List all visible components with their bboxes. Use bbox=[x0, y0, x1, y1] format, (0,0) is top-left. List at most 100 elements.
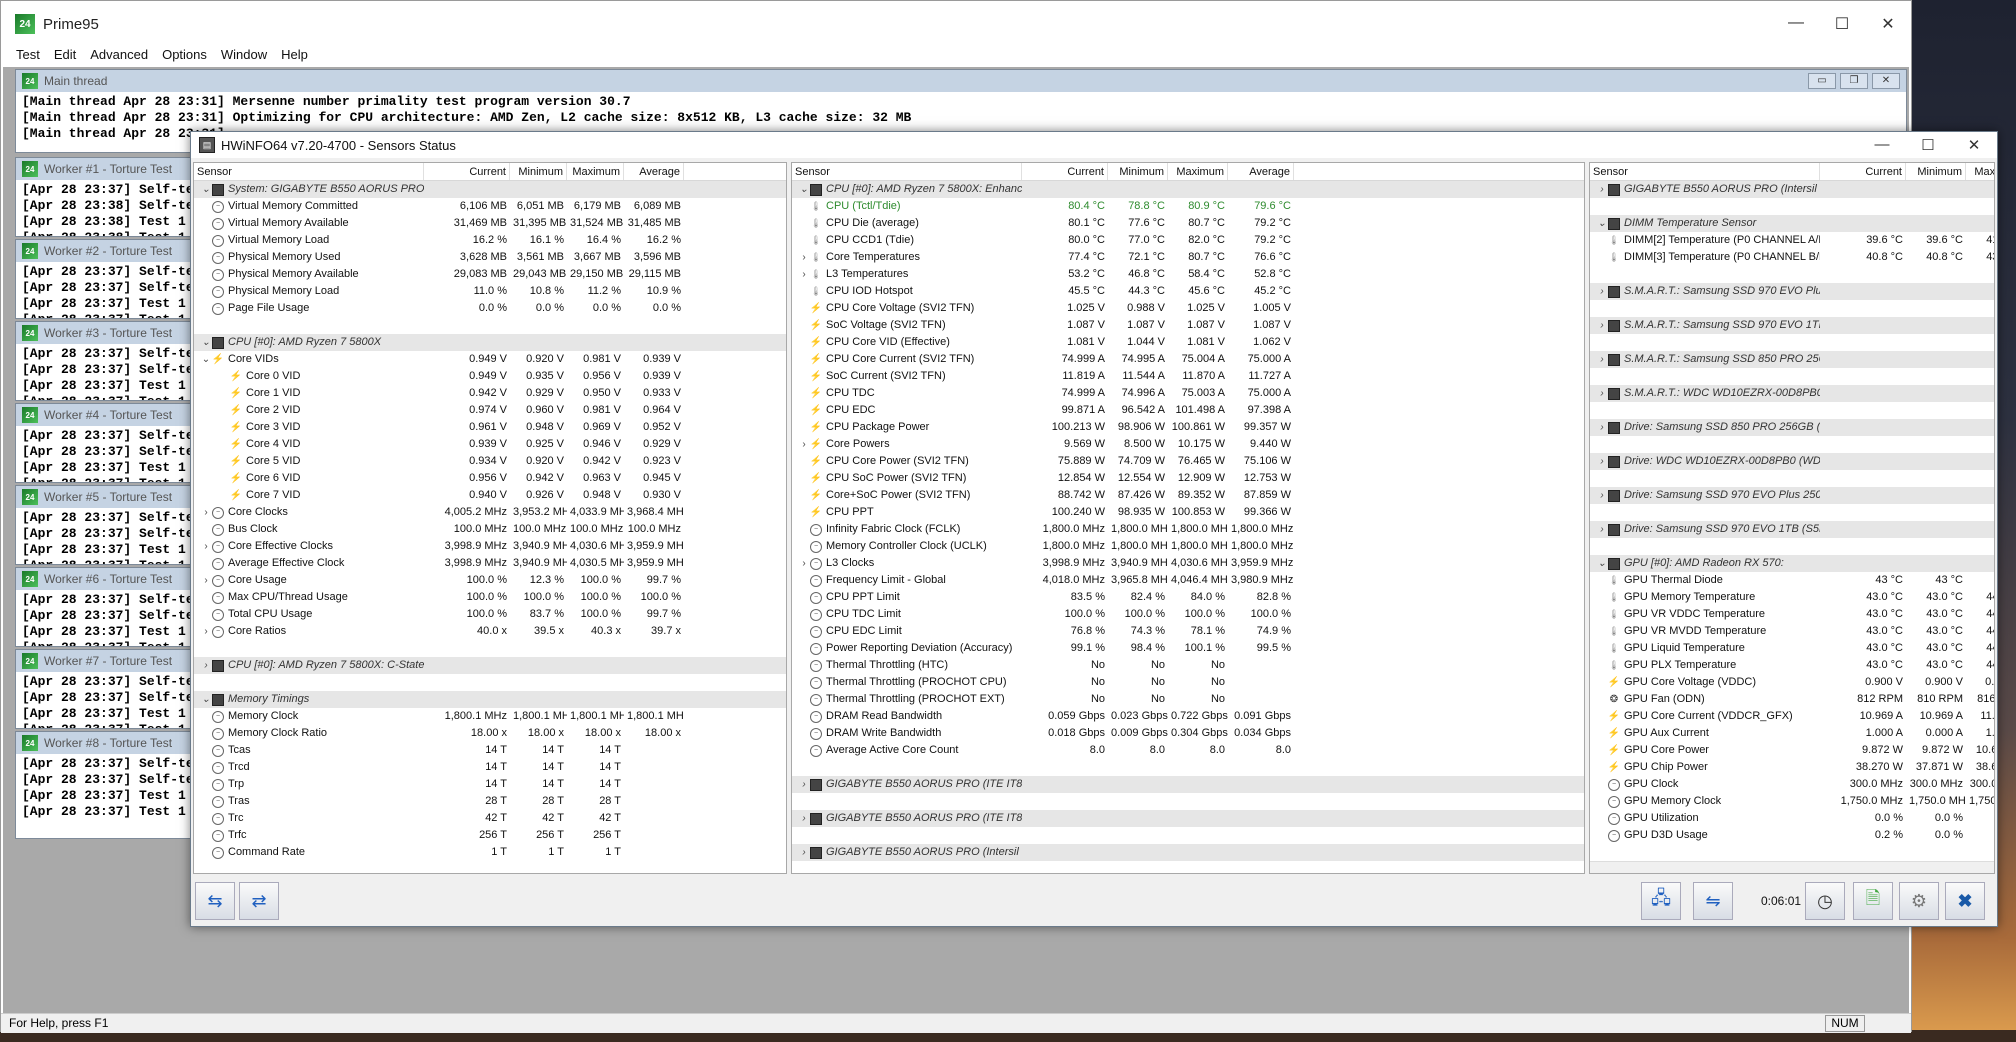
minimize-icon[interactable]: ▭ bbox=[1808, 73, 1836, 89]
sensor-row[interactable]: GPU VR VDDC Temperature 43.0 °C 43.0 °C 44.… bbox=[1590, 606, 1994, 623]
collapse-chevron-icon[interactable]: ⌄ bbox=[200, 181, 212, 198]
column-header-maximum[interactable]: Maximum bbox=[1966, 163, 1994, 180]
sensor-group-row[interactable]: › S.M.A.R.T.: Samsung SSD 850 PRO 256GB (… bbox=[1590, 351, 1994, 368]
sensor-row[interactable]: › Core Powers 9.569 W 8.500 W 10.175 W 9.440 … bbox=[792, 436, 1584, 453]
sensor-row[interactable]: Memory Clock1,800.1 MHz1,800.1 MHz1,800.… bbox=[194, 708, 786, 725]
sensor-row[interactable]: Memory Controller Clock (UCLK) 1,800.0 MH… bbox=[792, 538, 1584, 555]
horizontal-scrollbar[interactable] bbox=[1590, 861, 1994, 873]
sensor-group-row[interactable]: › Drive: Samsung SSD 970 EVO Plus 250GB (… bbox=[1590, 487, 1994, 504]
expand-chevron-icon[interactable]: › bbox=[200, 572, 212, 589]
expand-chevron-icon[interactable]: › bbox=[1596, 453, 1608, 470]
sensor-group-row[interactable]: › GIGABYTE B550 AORUS PRO (Intersil ISL69… bbox=[1590, 181, 1994, 198]
sensor-row[interactable]: CPU Core Voltage (SVI2 TFN) 1.025 V 0.988 … bbox=[792, 300, 1584, 317]
sensor-row[interactable]: SoC Current (SVI2 TFN) 11.819 A 11.544 A 11… bbox=[792, 368, 1584, 385]
expand-chevron-icon[interactable]: › bbox=[798, 776, 810, 793]
sensor-row[interactable]: GPU Memory Clock1,750.0 MHz1,750.0 MHz1,… bbox=[1590, 793, 1994, 810]
close-icon[interactable]: ✕ bbox=[1865, 14, 1911, 34]
expand-chevron-icon[interactable]: › bbox=[798, 555, 810, 572]
sensor-group-row[interactable]: › GIGABYTE B550 AORUS PRO (Intersil ISL69… bbox=[792, 844, 1584, 861]
menu-test[interactable]: Test bbox=[9, 47, 47, 67]
sensor-row[interactable]: GPU Utilization0.0 %0.0 %1.0 %0.0 % bbox=[1590, 810, 1994, 827]
sensor-row[interactable]: GPU Thermal Diode43 °C43 °C44 °C43 ° bbox=[1590, 572, 1994, 589]
arrows-collapse-icon[interactable]: ⇄ bbox=[239, 882, 279, 920]
worker-window[interactable]: 24 Worker #6 - Torture Test [Apr 28 23:37]… bbox=[15, 567, 195, 647]
sensor-row[interactable]: CPU TDC 74.999 A 74.996 A 75.003 A 75.000 A bbox=[792, 385, 1584, 402]
sensor-row[interactable]: GPU PLX Temperature 43.0 °C 43.0 °C 44.0 °C… bbox=[1590, 657, 1994, 674]
sensor-row[interactable]: › Core Effective Clocks 3,998.9 MHz 3,940.9… bbox=[194, 538, 786, 555]
sensor-row[interactable]: CPU EDC Limit 76.8 % 74.3 % 78.1 % 74.9 % bbox=[792, 623, 1584, 640]
sensor-row[interactable]: › L3 Temperatures 53.2 °C 46.8 °C 58.4 °C 52.… bbox=[792, 266, 1584, 283]
sensor-row[interactable]: Average Effective Clock 3,998.9 MHz 3,940.… bbox=[194, 555, 786, 572]
sensor-group-row[interactable]: › CPU [#0]: AMD Ryzen 7 5800X: C-State Re… bbox=[194, 657, 786, 674]
sensor-row[interactable]: Memory Clock Ratio 18.00 x 18.00 x 18.00 x 1… bbox=[194, 725, 786, 742]
sensor-row[interactable]: Core 3 VID 0.961 V 0.948 V 0.969 V 0.952 V bbox=[194, 419, 786, 436]
sensor-group-row[interactable]: ⌄ CPU [#0]: AMD Ryzen 7 5800X bbox=[194, 334, 786, 351]
sensor-row[interactable]: CPU Core Current (SVI2 TFN) 74.999 A 74.99… bbox=[792, 351, 1584, 368]
sensor-group-row[interactable]: ⌄ GPU [#0]: AMD Radeon RX 570: bbox=[1590, 555, 1994, 572]
worker-window[interactable]: 24 Worker #4 - Torture Test [Apr 28 23:37]… bbox=[15, 403, 195, 483]
network-icon[interactable]: 🖧 bbox=[1641, 882, 1681, 920]
column-header-sensor[interactable]: Sensor bbox=[792, 163, 1022, 180]
sensor-row[interactable]: GPU Aux Current1.000 A0.000 A1.000 A0.57… bbox=[1590, 725, 1994, 742]
sensor-row[interactable]: CPU TDC Limit 100.0 % 100.0 % 100.0 % 100.0 … bbox=[792, 606, 1584, 623]
sensor-row[interactable]: Core 1 VID 0.942 V 0.929 V 0.950 V 0.933 V bbox=[194, 385, 786, 402]
sensor-panel-2[interactable]: Sensor Current Minimum Maximum Average ⌄ CPU [… bbox=[791, 162, 1585, 874]
worker-titlebar[interactable]: 24 Worker #2 - Torture Test bbox=[16, 240, 194, 262]
sensor-row[interactable]: Core 7 VID 0.940 V 0.926 V 0.948 V 0.930 V bbox=[194, 487, 786, 504]
column-header-sensor[interactable]: Sensor bbox=[194, 163, 424, 180]
expand-chevron-icon[interactable]: › bbox=[1596, 521, 1608, 538]
expand-chevron-icon[interactable]: › bbox=[1596, 317, 1608, 334]
collapse-chevron-icon[interactable]: ⌄ bbox=[200, 351, 212, 368]
hwinfo-titlebar[interactable]: ▤ HWiNFO64 v7.20-4700 - Sensors Status —… bbox=[191, 132, 1997, 158]
expand-chevron-icon[interactable]: › bbox=[1596, 181, 1608, 198]
column-header-minimum[interactable]: Minimum bbox=[510, 163, 567, 180]
expand-chevron-icon[interactable]: › bbox=[200, 538, 212, 555]
collapse-chevron-icon[interactable]: ⌄ bbox=[1596, 555, 1608, 572]
column-header-maximum[interactable]: Maximum bbox=[1168, 163, 1228, 180]
sensor-row[interactable]: Total CPU Usage 100.0 % 83.7 % 100.0 % 99.7 … bbox=[194, 606, 786, 623]
sensor-row[interactable]: Virtual Memory Committed 6,106 MB 6,051 MB… bbox=[194, 198, 786, 215]
worker-titlebar[interactable]: 24 Worker #7 - Torture Test bbox=[16, 650, 194, 672]
sensor-row[interactable]: Bus Clock100.0 MHz100.0 MHz100.0 MHz100.… bbox=[194, 521, 786, 538]
menu-advanced[interactable]: Advanced bbox=[83, 47, 155, 67]
menu-options[interactable]: Options bbox=[155, 47, 214, 67]
sensor-row[interactable]: CPU Die (average) 80.1 °C 77.6 °C 80.7 °C 79… bbox=[792, 215, 1584, 232]
sensor-row[interactable]: Thermal Throttling (PROCHOT EXT) No No No bbox=[792, 691, 1584, 708]
menu-edit[interactable]: Edit bbox=[47, 47, 83, 67]
worker-window[interactable]: 24 Worker #7 - Torture Test [Apr 28 23:37]… bbox=[15, 649, 195, 729]
expand-chevron-icon[interactable]: › bbox=[200, 504, 212, 521]
sensor-row[interactable]: Core 2 VID 0.974 V 0.960 V 0.981 V 0.964 V bbox=[194, 402, 786, 419]
sensor-row[interactable]: Trp 14 T 14 T 14 T bbox=[194, 776, 786, 793]
sensor-row[interactable]: Core 4 VID 0.939 V 0.925 V 0.946 V 0.929 V bbox=[194, 436, 786, 453]
worker-titlebar[interactable]: 24 Worker #6 - Torture Test bbox=[16, 568, 194, 590]
sensor-group-row[interactable]: › Drive: Samsung SSD 850 PRO 256GB (S251N… bbox=[1590, 419, 1994, 436]
sensor-row[interactable]: DIMM[2] Temperature (P0 CHANNEL A/DIMM 1… bbox=[1590, 232, 1994, 249]
sensor-row[interactable]: › Core Clocks 4,005.2 MHz 3,953.2 MHz4,033.… bbox=[194, 504, 786, 521]
expand-chevron-icon[interactable]: › bbox=[1596, 351, 1608, 368]
sensor-row[interactable]: CPU Core Power (SVI2 TFN) 75.889 W 74.709 … bbox=[792, 453, 1584, 470]
expand-chevron-icon[interactable]: › bbox=[1596, 283, 1608, 300]
sensor-row[interactable]: › Core Temperatures 77.4 °C 72.1 °C 80.7 °C 7… bbox=[792, 249, 1584, 266]
sensor-group-row[interactable]: › GIGABYTE B550 AORUS PRO (ITE IT8688E) bbox=[792, 776, 1584, 793]
maximize-icon[interactable]: ☐ bbox=[1819, 14, 1865, 34]
collapse-chevron-icon[interactable]: ⌄ bbox=[1596, 215, 1608, 232]
main-thread-titlebar[interactable]: 24 Main thread ▭ ❐ ✕ bbox=[16, 70, 1906, 92]
sensor-group-row[interactable]: › S.M.A.R.T.: Samsung SSD 970 EVO 1TB (S5… bbox=[1590, 317, 1994, 334]
collapse-chevron-icon[interactable]: ⌄ bbox=[200, 334, 212, 351]
sensor-panel-3[interactable]: SensorCurrentMinimumMaximumAverage›GIGAB… bbox=[1589, 162, 1995, 874]
sensor-row[interactable]: › Core Ratios 40.0 x 39.5 x 40.3 x 39.7 x bbox=[194, 623, 786, 640]
column-header-current[interactable]: Current bbox=[424, 163, 510, 180]
worker-titlebar[interactable]: 24 Worker #3 - Torture Test bbox=[16, 322, 194, 344]
sensor-row[interactable]: Core+SoC Power (SVI2 TFN) 88.742 W 87.426 … bbox=[792, 487, 1584, 504]
column-header-current[interactable]: Current bbox=[1022, 163, 1108, 180]
sensor-row[interactable]: Frequency Limit - Global 4,018.0 MHz 3,965… bbox=[792, 572, 1584, 589]
sensor-row[interactable]: GPU Fan (ODN)812 RPM810 RPM816 RPM813 RP bbox=[1590, 691, 1994, 708]
menu-help[interactable]: Help bbox=[274, 47, 315, 67]
sensor-row[interactable]: › Core Usage 100.0 % 12.3 % 100.0 % 99.7 % bbox=[194, 572, 786, 589]
worker-window[interactable]: 24 Worker #2 - Torture Test [Apr 28 23:37]… bbox=[15, 239, 195, 319]
expand-chevron-icon[interactable]: › bbox=[798, 844, 810, 861]
sensor-row[interactable]: DRAM Read Bandwidth0.059 Gbps0.023 Gbps0… bbox=[792, 708, 1584, 725]
sensor-row[interactable]: Physical Memory Load 11.0 % 10.8 % 11.2 % 10… bbox=[194, 283, 786, 300]
sensor-row[interactable]: Trfc 256 T 256 T 256 T bbox=[194, 827, 786, 844]
sensor-group-row[interactable]: › Drive: Samsung SSD 970 EVO 1TB (S5H9NS0… bbox=[1590, 521, 1994, 538]
